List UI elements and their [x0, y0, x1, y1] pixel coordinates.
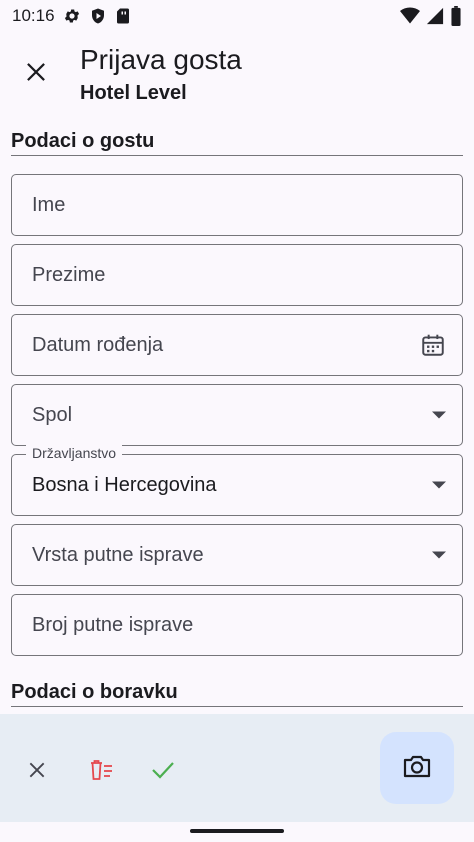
battery-icon — [450, 6, 462, 26]
close-button[interactable] — [14, 52, 58, 96]
dropdown-arrow-icon — [432, 551, 446, 559]
first-name-field[interactable]: Ime — [11, 174, 463, 236]
check-icon — [151, 760, 175, 785]
page-title: Prijava gosta — [80, 44, 242, 75]
calendar-icon[interactable] — [420, 332, 446, 358]
sim-card-icon — [115, 7, 131, 25]
section-title-guest: Podaci o gostu — [11, 130, 155, 152]
document-number-placeholder: Broj putne isprave — [32, 613, 194, 636]
bottom-action-bar — [0, 714, 474, 822]
scan-document-button[interactable] — [380, 732, 454, 804]
page-subtitle: Hotel Level — [80, 82, 187, 104]
gender-select[interactable]: Spol — [11, 384, 463, 446]
dropdown-arrow-icon — [432, 481, 446, 489]
section-title-stay: Podaci o boravku — [11, 681, 178, 703]
birth-date-field[interactable]: Datum rođenja — [11, 314, 463, 376]
citizenship-select[interactable]: Državljanstvo Bosna i Hercegovina — [11, 445, 463, 516]
close-icon — [27, 760, 47, 785]
document-type-placeholder: Vrsta putne isprave — [32, 543, 204, 566]
cancel-button[interactable] — [15, 750, 59, 794]
dropdown-arrow-icon — [432, 411, 446, 419]
gesture-nav-handle[interactable] — [190, 829, 284, 833]
document-number-field[interactable]: Broj putne isprave — [11, 594, 463, 656]
confirm-button[interactable] — [141, 750, 185, 794]
citizenship-label: Državljanstvo — [26, 445, 123, 461]
section-divider — [11, 706, 463, 707]
citizenship-value: Bosna i Hercegovina — [32, 473, 217, 496]
delete-list-icon — [86, 758, 114, 787]
last-name-field[interactable]: Prezime — [11, 244, 463, 306]
clear-form-button[interactable] — [78, 750, 122, 794]
close-icon — [25, 61, 47, 88]
status-bar: 10:16 — [0, 0, 474, 32]
document-type-select[interactable]: Vrsta putne isprave — [11, 524, 463, 586]
shield-icon — [89, 7, 107, 25]
wifi-icon — [400, 7, 420, 25]
app-bar: Prijava gosta Hotel Level — [0, 38, 474, 110]
gender-placeholder: Spol — [32, 403, 73, 426]
last-name-placeholder: Prezime — [32, 263, 106, 286]
first-name-placeholder: Ime — [32, 193, 66, 216]
gear-icon — [63, 7, 81, 25]
signal-icon — [426, 7, 444, 25]
section-divider — [11, 155, 463, 156]
status-time: 10:16 — [12, 6, 55, 25]
birth-date-placeholder: Datum rođenja — [32, 333, 164, 356]
camera-icon — [402, 753, 432, 784]
